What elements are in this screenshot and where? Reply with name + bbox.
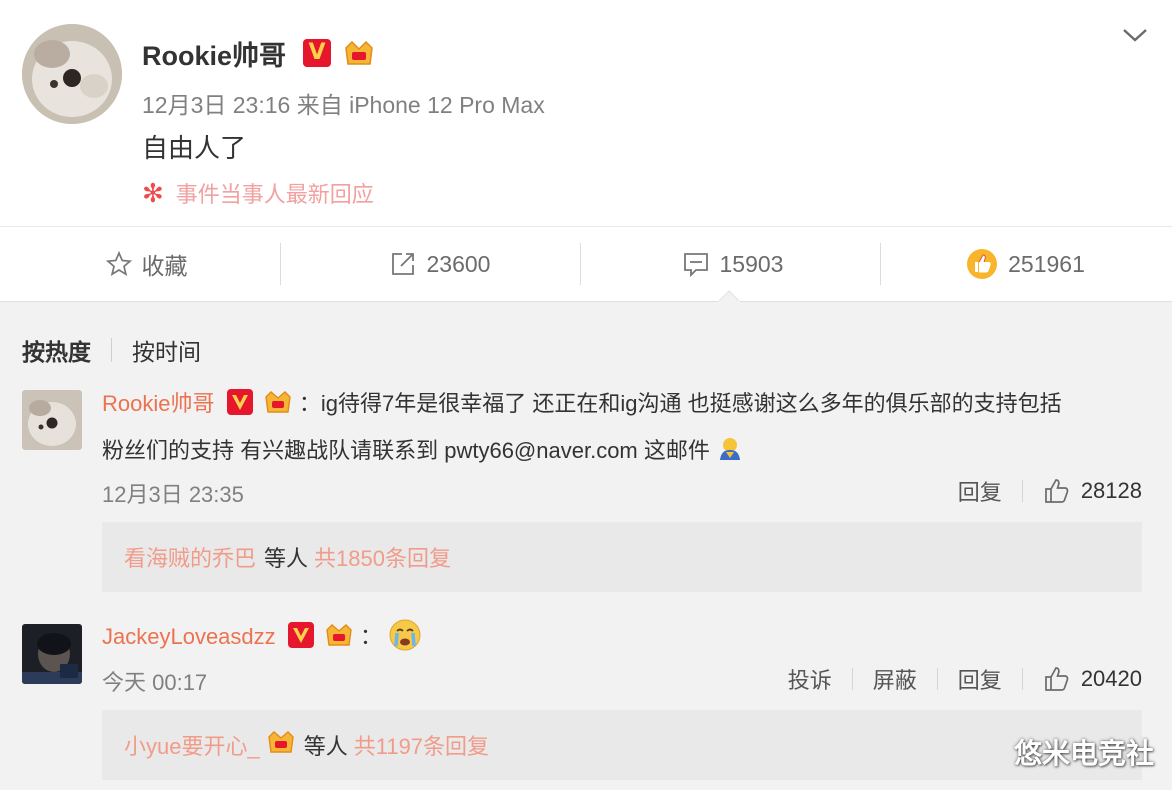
comment-ops: 投诉 屏蔽 回复 20420 xyxy=(788,663,1142,695)
reply-etc: 等人 xyxy=(303,734,348,759)
like-button[interactable]: 251961 xyxy=(879,227,1172,301)
repost-button[interactable]: 23600 xyxy=(293,227,586,301)
comment-time: 今天 00:17 xyxy=(102,670,208,695)
worship-emoji-icon xyxy=(716,436,744,468)
comment-ops: 回复 28128 xyxy=(958,475,1142,507)
author-badges: V xyxy=(303,38,375,68)
sort-by-time[interactable]: 按时间 xyxy=(132,333,201,367)
weibo-post: Rookie帅哥 V 12月3日 23:16 来自 iPhone 12 Pro … xyxy=(0,0,1172,226)
topic-link[interactable]: ✻ 事件当事人最新回应 xyxy=(142,177,374,209)
comment-avatar[interactable] xyxy=(22,390,82,450)
sort-divider xyxy=(111,338,112,362)
post-text: 自由人了 xyxy=(142,133,247,163)
report-button[interactable]: 投诉 xyxy=(788,663,832,695)
comment-count: 15903 xyxy=(719,250,784,277)
comment-author[interactable]: JackeyLoveasdzz xyxy=(102,624,276,649)
reply-names[interactable]: 看海贼的乔巴 xyxy=(124,541,256,573)
comment-icon xyxy=(683,253,708,278)
reply-summary[interactable]: 看海贼的乔巴 等人 共1850条回复 xyxy=(102,522,1142,592)
reply-etc: 等人 xyxy=(264,546,309,571)
ops-divider xyxy=(936,668,938,690)
repost-count: 23600 xyxy=(426,250,491,277)
reply-button[interactable]: 回复 xyxy=(958,475,1002,507)
thumbs-up-filled-icon xyxy=(967,249,998,279)
sort-by-hot[interactable]: 按热度 xyxy=(22,333,91,367)
comment-body-line2: 粉丝们的支持 有兴趣战队请联系到 pwty66@naver.com 这邮件 xyxy=(102,433,744,468)
watermark: 悠米电竞社 xyxy=(1013,738,1154,769)
reply-names[interactable]: 小yue要开心_ xyxy=(124,729,260,761)
like-count: 251961 xyxy=(1008,250,1085,277)
reply-count-link[interactable]: 共1850条回复 xyxy=(314,541,451,573)
author-name[interactable]: Rookie帅哥 xyxy=(142,34,286,73)
comment-like-count: 28128 xyxy=(1080,478,1142,503)
block-button[interactable]: 屏蔽 xyxy=(873,663,917,695)
comment-author[interactable]: Rookie帅哥 xyxy=(102,391,214,416)
action-divider xyxy=(580,243,581,285)
crown-icon xyxy=(263,389,293,421)
verified-v-icon xyxy=(226,389,253,421)
action-bar: 收藏 23600 15903 251961 xyxy=(0,226,1172,302)
comment-like-count: 20420 xyxy=(1080,666,1142,691)
comment-time: 12月3日 23:35 xyxy=(102,482,244,507)
reply-summary[interactable]: 小yue要开心_ 等人 共1197条回复 xyxy=(102,710,1142,780)
comment-avatar[interactable] xyxy=(22,624,82,684)
topic-label: 事件当事人最新回应 xyxy=(175,182,374,207)
thumbs-up-icon[interactable] xyxy=(1043,477,1071,505)
topic-asterisk-icon: ✻ xyxy=(142,177,164,208)
comment-text: ：ig待得7年是很幸福了 还正在和ig沟通 也挺感谢这么多年的俱乐部的支持包括 xyxy=(298,391,1062,416)
ops-divider xyxy=(1021,668,1023,690)
post-meta: 12月3日 23:16 来自 iPhone 12 Pro Max xyxy=(142,92,545,118)
crown-icon xyxy=(324,622,354,654)
comment-body: Rookie帅哥 ：ig待得7年是很幸福了 还正在和ig沟通 也挺感谢这么多年的… xyxy=(102,386,1062,421)
action-divider xyxy=(280,243,281,285)
crown-icon xyxy=(266,729,296,761)
verified-v-icon: V xyxy=(303,39,331,67)
comment-tab-caret xyxy=(718,290,740,302)
author-avatar[interactable] xyxy=(22,24,122,124)
ops-divider xyxy=(1021,480,1023,502)
comment-sort-bar: 按热度 按时间 xyxy=(22,333,201,367)
comment-body: JackeyLoveasdzz ： xyxy=(102,618,422,658)
star-icon xyxy=(105,251,132,276)
favorite-label: 收藏 xyxy=(141,253,188,279)
comment-text-line2: 粉丝们的支持 有兴趣战队请联系到 pwty66@naver.com 这邮件 xyxy=(102,438,710,463)
ops-divider xyxy=(851,668,853,690)
thumbs-up-icon[interactable] xyxy=(1043,665,1071,693)
crown-icon xyxy=(343,38,375,68)
chevron-down-icon[interactable] xyxy=(1120,20,1150,50)
verified-v-icon xyxy=(287,622,314,654)
reply-count-link[interactable]: 共1197条回复 xyxy=(354,729,489,761)
crying-emoji-icon xyxy=(388,618,422,658)
favorite-button[interactable]: 收藏 xyxy=(0,227,293,301)
comment-text: ： xyxy=(360,623,383,649)
repost-icon xyxy=(391,253,414,275)
reply-button[interactable]: 回复 xyxy=(958,663,1002,695)
